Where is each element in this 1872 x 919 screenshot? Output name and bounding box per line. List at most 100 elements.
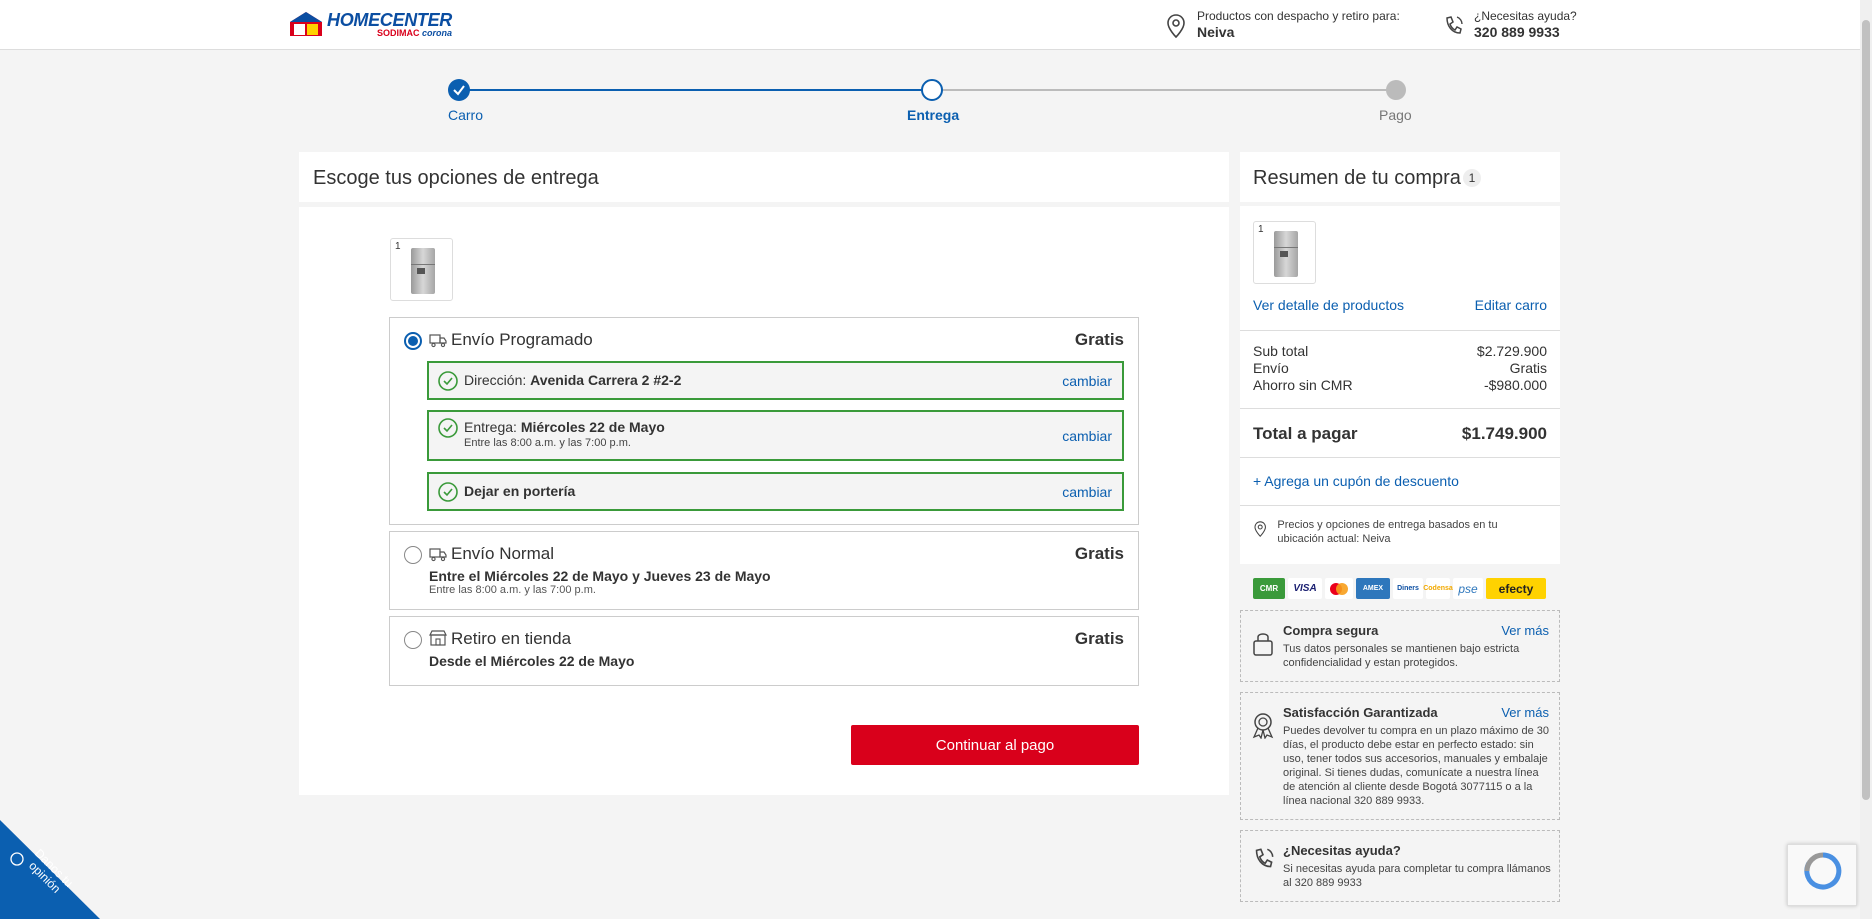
location-value: Neiva (1197, 24, 1235, 40)
satisfaction-box: Satisfacción Garantizada Ver más Puedes … (1240, 692, 1560, 820)
shipping-value: Gratis (1509, 360, 1547, 376)
logo-text: HOMECENTER (327, 10, 453, 30)
feedback-tab[interactable]: Danos tu opinión (0, 820, 100, 919)
summary-panel: 1 Ver detalle de productos Editar carro … (1240, 206, 1560, 564)
subtotal-label: Sub total (1253, 343, 1309, 359)
help-box-text: Si necesitas ayuda para completar tu com… (1283, 863, 1551, 889)
location-label: Productos con despacho y retiro para: (1197, 9, 1400, 23)
logo-house-icon (290, 12, 322, 36)
product-qty: 1 (395, 241, 401, 252)
divider (1240, 505, 1560, 506)
detail-address: Dirección: Avenida Carrera 2 #2-2 cambia… (427, 361, 1124, 400)
summary-product-qty: 1 (1258, 224, 1264, 235)
secure-purchase-title: Compra segura (1283, 623, 1379, 638)
stepper-line-done (458, 89, 931, 91)
award-badge-icon (1252, 713, 1274, 739)
step-entrega-dot (921, 79, 943, 101)
edit-cart-link[interactable]: Editar carro (1475, 297, 1547, 313)
help-phone[interactable]: 320 889 9933 (1474, 23, 1577, 41)
address-label: Dirección: (464, 372, 527, 388)
phone-icon (1446, 16, 1463, 34)
option-retiro-tienda[interactable]: Retiro en tienda Gratis Desde el Miércol… (389, 616, 1139, 686)
store-icon (429, 630, 447, 646)
top-header: HOMECENTER SODIMAC corona Productos con … (0, 0, 1860, 50)
satisfaction-more-link[interactable]: Ver más (1501, 705, 1549, 720)
lock-icon (1253, 633, 1273, 656)
fridge-image (411, 248, 435, 294)
scrollbar-thumb[interactable] (1862, 20, 1870, 800)
porteria-value: Dejar en portería (464, 483, 576, 499)
step-pago-dot (1386, 80, 1406, 100)
option-envio-normal[interactable]: Envío Normal Gratis Entre el Miércoles 2… (389, 531, 1139, 610)
shipping-label: Envío (1253, 360, 1289, 376)
pse-logo: pse (1453, 578, 1483, 599)
checkmark-icon (453, 85, 465, 96)
secure-purchase-more-link[interactable]: Ver más (1501, 623, 1549, 638)
check-circle-icon (438, 371, 458, 391)
step-carro-label[interactable]: Carro (448, 107, 483, 123)
fridge-image (1274, 231, 1298, 277)
change-date-link[interactable]: cambiar (1062, 428, 1112, 444)
page-scrollbar[interactable] (1860, 0, 1872, 919)
total-row: Total a pagar $1.749.900 (1253, 424, 1547, 444)
radio-envio-programado[interactable] (404, 332, 422, 350)
homecenter-logo[interactable]: HOMECENTER SODIMAC corona (289, 11, 452, 38)
checkout-stepper: Carro Entrega Pago (448, 79, 1412, 129)
header-location[interactable]: Productos con despacho y retiro para: Ne… (1165, 9, 1400, 41)
radio-retiro-tienda[interactable] (404, 631, 422, 649)
location-pin-icon (1167, 14, 1185, 39)
summary-count-badge: 1 (1463, 169, 1481, 187)
option-pickup-date: Desde el Miércoles 22 de Mayo (429, 653, 635, 669)
page-title: Escoge tus opciones de entrega (313, 167, 599, 189)
step-pago-label: Pago (1379, 107, 1412, 123)
detail-porteria: Dejar en portería cambiar (427, 472, 1124, 511)
option-price: Gratis (1074, 544, 1124, 563)
cmr-logo: CMR (1253, 578, 1285, 599)
logo-sub-corona: corona (422, 28, 453, 38)
delivery-title-box: Escoge tus opciones de entrega (299, 152, 1229, 202)
option-date-range: Entre el Miércoles 22 de Mayo y Jueves 2… (429, 568, 771, 584)
delivery-label: Entrega: (464, 419, 517, 435)
divider (1240, 457, 1560, 458)
divider (1240, 330, 1560, 331)
help-label: ¿Necesitas ayuda? (1474, 9, 1577, 23)
secure-purchase-text: Tus datos personales se mantienen bajo e… (1283, 643, 1520, 669)
stepper-line-pending (931, 89, 1391, 91)
codensa-logo: Codensa (1423, 578, 1453, 599)
change-porteria-link[interactable]: cambiar (1062, 484, 1112, 500)
option-envio-programado[interactable]: Envío Programado Gratis Dirección: Aveni… (389, 317, 1139, 525)
option-title: Retiro en tienda (451, 629, 572, 648)
header-help[interactable]: ¿Necesitas ayuda? 320 889 9933 (1442, 9, 1577, 41)
view-product-details-link[interactable]: Ver detalle de productos (1253, 297, 1404, 313)
mastercard-logo (1325, 578, 1353, 599)
shipping-row: Envío Gratis (1253, 360, 1547, 377)
logo-sub-sodimac: SODIMAC (376, 28, 420, 38)
help-box: ¿Necesitas ayuda? Si necesitas ayuda par… (1240, 830, 1560, 902)
step-carro-dot[interactable] (448, 79, 470, 101)
summary-title-box: Resumen de tu compra 1 (1240, 152, 1560, 202)
continue-to-payment-button[interactable]: Continuar al pago (851, 725, 1139, 765)
summary-product-thumbnail: 1 (1253, 221, 1316, 284)
detail-delivery-date: Entrega: Miércoles 22 de Mayo Entre las … (427, 410, 1124, 461)
satisfaction-title: Satisfacción Garantizada (1283, 705, 1438, 720)
subtotal-value: $2.729.900 (1476, 343, 1547, 359)
diners-logo: Diners (1393, 578, 1423, 599)
add-coupon-link[interactable]: + Agrega un cupón de descuento (1253, 473, 1459, 489)
check-circle-icon (438, 482, 458, 502)
location-note-text: Precios y opciones de entrega basados en… (1277, 519, 1498, 545)
recaptcha-badge[interactable] (1787, 844, 1857, 906)
truck-icon (429, 548, 447, 562)
savings-value: -$980.000 (1483, 377, 1547, 393)
delivery-time-note: Entre las 8:00 a.m. y las 7:00 p.m. (464, 437, 631, 449)
delivery-value: Miércoles 22 de Mayo (520, 419, 665, 435)
option-price: Gratis (1074, 629, 1124, 648)
radio-envio-normal[interactable] (404, 546, 422, 564)
change-address-link[interactable]: cambiar (1062, 373, 1112, 389)
savings-row: Ahorro sin CMR -$980.000 (1253, 377, 1547, 394)
option-title: Envío Programado (451, 330, 593, 349)
secure-purchase-box: Compra segura Ver más Tus datos personal… (1240, 610, 1560, 682)
subtotal-row: Sub total $2.729.900 (1253, 343, 1547, 360)
total-value: $1.749.900 (1461, 424, 1547, 443)
visa-logo: VISA (1288, 578, 1322, 599)
delivery-panel: 1 Envío Programado Gratis Dirección: Ave… (299, 207, 1229, 795)
